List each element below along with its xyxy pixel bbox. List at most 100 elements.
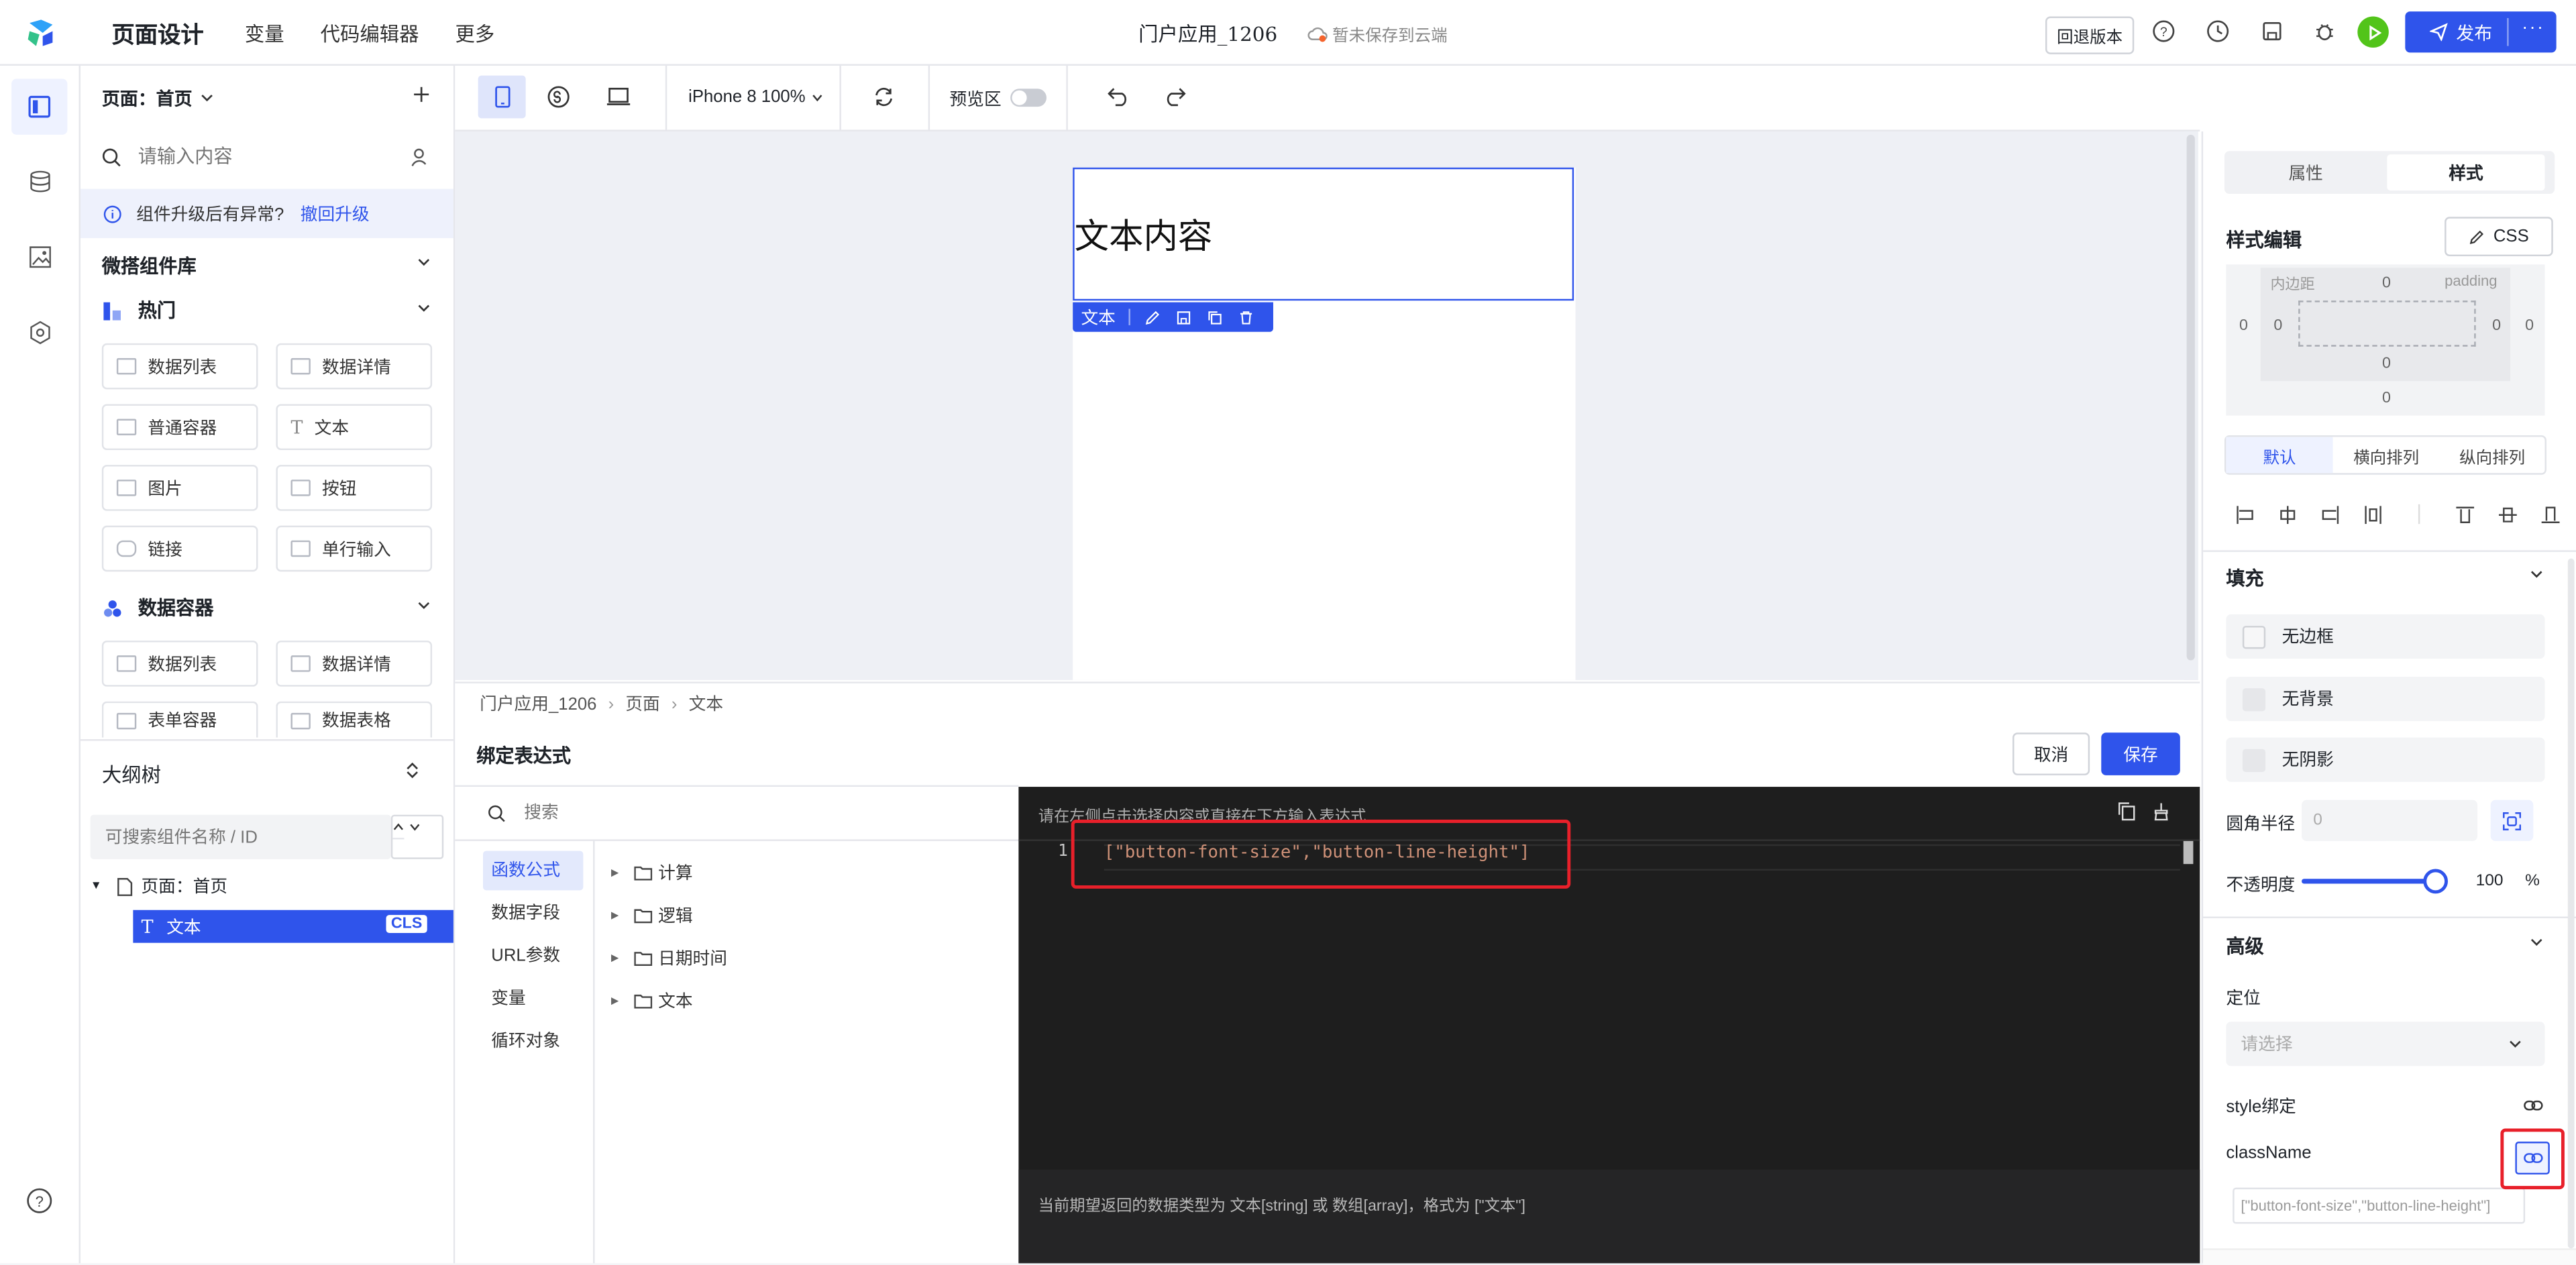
save-button[interactable]: 保存 <box>2101 732 2180 775</box>
component-search-input[interactable] <box>134 146 388 170</box>
nav-variables[interactable]: 变量 <box>245 19 284 48</box>
nav-more[interactable]: 更多 <box>455 19 494 48</box>
style-binding-link-icon[interactable] <box>2524 1099 2543 1112</box>
component-form-container[interactable]: 表单容器 <box>101 701 258 738</box>
more-icon[interactable]: ··· <box>2522 18 2544 38</box>
opacity-value[interactable]: 100 <box>2476 872 2504 890</box>
align-center-icon[interactable] <box>2279 505 2297 524</box>
shadow-setting[interactable]: 无阴影 <box>2226 737 2545 782</box>
chevron-down-icon[interactable] <box>2530 938 2543 948</box>
category-functions[interactable]: 函数公式 <box>483 850 584 891</box>
run-button[interactable] <box>2357 16 2389 48</box>
expand-collapse-icon[interactable] <box>406 762 419 779</box>
breadcrumb-text[interactable]: 文本 <box>689 692 723 716</box>
rail-help-icon[interactable]: ? <box>26 1188 52 1214</box>
rail-image-icon[interactable] <box>28 245 53 270</box>
preview-toggle[interactable] <box>1010 89 1047 107</box>
component-link[interactable]: 链接 <box>101 525 258 572</box>
cancel-button[interactable]: 取消 <box>2012 732 2090 775</box>
rollback-button[interactable]: 回退版本 <box>2045 16 2135 54</box>
undo-icon[interactable] <box>1108 87 1130 107</box>
margin-bottom-value[interactable]: 0 <box>2382 389 2391 407</box>
delete-icon[interactable] <box>1239 310 1254 325</box>
component-search[interactable] <box>102 142 431 174</box>
selected-text-component[interactable]: 文本内容 <box>1073 167 1574 301</box>
edit-icon[interactable] <box>1145 310 1160 325</box>
expression-search[interactable] <box>488 802 981 825</box>
outline-page-node[interactable]: ▼ 页面：首页 <box>91 874 227 899</box>
opacity-slider-track[interactable] <box>2302 879 2435 884</box>
component-data-detail-2[interactable]: 数据详情 <box>276 641 433 687</box>
radius-input[interactable]: 0 <box>2302 800 2478 841</box>
margin-right-value[interactable]: 0 <box>2525 317 2534 335</box>
save-icon[interactable] <box>1176 310 1191 325</box>
chevron-up-icon[interactable] <box>392 816 405 840</box>
component-data-table[interactable]: 数据表格 <box>276 701 433 738</box>
chevron-down-icon[interactable] <box>409 817 421 836</box>
component-container[interactable]: 普通容器 <box>101 404 258 451</box>
component-button[interactable]: 按钮 <box>276 465 433 511</box>
align-left-icon[interactable] <box>2236 505 2254 524</box>
category-variables[interactable]: 变量 <box>483 979 583 1019</box>
category-loop-objects[interactable]: 循环对象 <box>483 1022 583 1061</box>
folder-calc[interactable]: ▶ 计算 <box>611 851 727 894</box>
data-group-header[interactable]: 数据容器 <box>103 595 213 621</box>
outline-search[interactable] <box>90 814 391 859</box>
outline-search-stepper[interactable] <box>390 814 444 859</box>
tab-properties[interactable]: 属性 <box>2224 154 2387 190</box>
outline-text-node[interactable]: T 文本 CLS <box>133 910 453 943</box>
breadcrumb-app[interactable]: 门户应用_1206 <box>480 692 596 716</box>
padding-left-value[interactable]: 0 <box>2273 317 2282 335</box>
padding-bottom-value[interactable]: 0 <box>2382 355 2391 373</box>
chevron-down-icon[interactable] <box>417 258 431 268</box>
align-right-icon[interactable] <box>2321 505 2339 524</box>
desktop-view-icon[interactable] <box>606 87 631 107</box>
nav-code-editor[interactable]: 代码编辑器 <box>321 19 419 48</box>
copy-icon[interactable] <box>1208 310 1222 325</box>
chevron-down-icon[interactable] <box>417 304 431 314</box>
revert-upgrade-link[interactable]: 撤回升级 <box>301 201 370 226</box>
page-selector[interactable]: 页面：首页 <box>102 85 214 111</box>
outline-search-input[interactable] <box>101 825 388 848</box>
add-page-icon[interactable] <box>413 85 431 103</box>
padding-top-value[interactable]: 0 <box>2382 274 2391 292</box>
chevron-down-icon[interactable] <box>2530 570 2543 580</box>
copy-icon[interactable] <box>2118 802 2136 821</box>
opacity-slider-thumb[interactable] <box>2423 869 2449 894</box>
rail-settings-icon[interactable] <box>28 321 53 345</box>
component-image[interactable]: 图片 <box>101 465 258 511</box>
chevron-down-icon[interactable] <box>417 601 431 611</box>
css-button[interactable]: CSS <box>2445 217 2553 257</box>
miniprogram-view-icon[interactable] <box>547 85 570 108</box>
rail-database-icon[interactable] <box>28 169 53 194</box>
radius-corners-icon[interactable] <box>2490 800 2534 841</box>
hot-group-header[interactable]: 热门 <box>103 297 176 323</box>
right-panel-scrollbar[interactable] <box>2567 558 2575 1249</box>
align-middle-icon[interactable] <box>2498 505 2517 523</box>
refresh-icon[interactable] <box>872 85 895 108</box>
layout-default[interactable]: 默认 <box>2226 437 2333 474</box>
history-icon[interactable] <box>2206 19 2229 42</box>
background-setting[interactable]: 无背景 <box>2226 676 2545 722</box>
user-search-icon[interactable] <box>409 146 431 168</box>
align-bottom-icon[interactable] <box>2541 505 2560 523</box>
rail-pages-icon[interactable] <box>11 78 68 135</box>
breadcrumb-page[interactable]: 页面 <box>625 692 659 716</box>
component-data-detail[interactable]: 数据详情 <box>276 343 433 390</box>
publish-button[interactable]: 发布 ··· <box>2405 11 2557 53</box>
debug-icon[interactable] <box>2313 19 2336 42</box>
tab-styles[interactable]: 样式 <box>2387 154 2545 191</box>
editor-scrollbar[interactable] <box>2183 840 2194 865</box>
canvas-scrollbar[interactable] <box>2183 131 2198 680</box>
component-data-list-2[interactable]: 数据列表 <box>101 641 258 687</box>
align-top-icon[interactable] <box>2456 505 2475 523</box>
padding-right-value[interactable]: 0 <box>2492 317 2501 335</box>
expression-search-input[interactable] <box>521 802 856 825</box>
clear-brush-icon[interactable] <box>2152 802 2170 821</box>
category-data-fields[interactable]: 数据字段 <box>483 893 583 933</box>
layout-vertical[interactable]: 纵向排列 <box>2440 437 2545 473</box>
distribute-horizontal-icon[interactable] <box>2364 505 2382 524</box>
margin-left-value[interactable]: 0 <box>2239 317 2248 335</box>
device-selector[interactable]: iPhone 8 100% <box>688 87 823 107</box>
component-input[interactable]: 单行输入 <box>276 525 433 572</box>
